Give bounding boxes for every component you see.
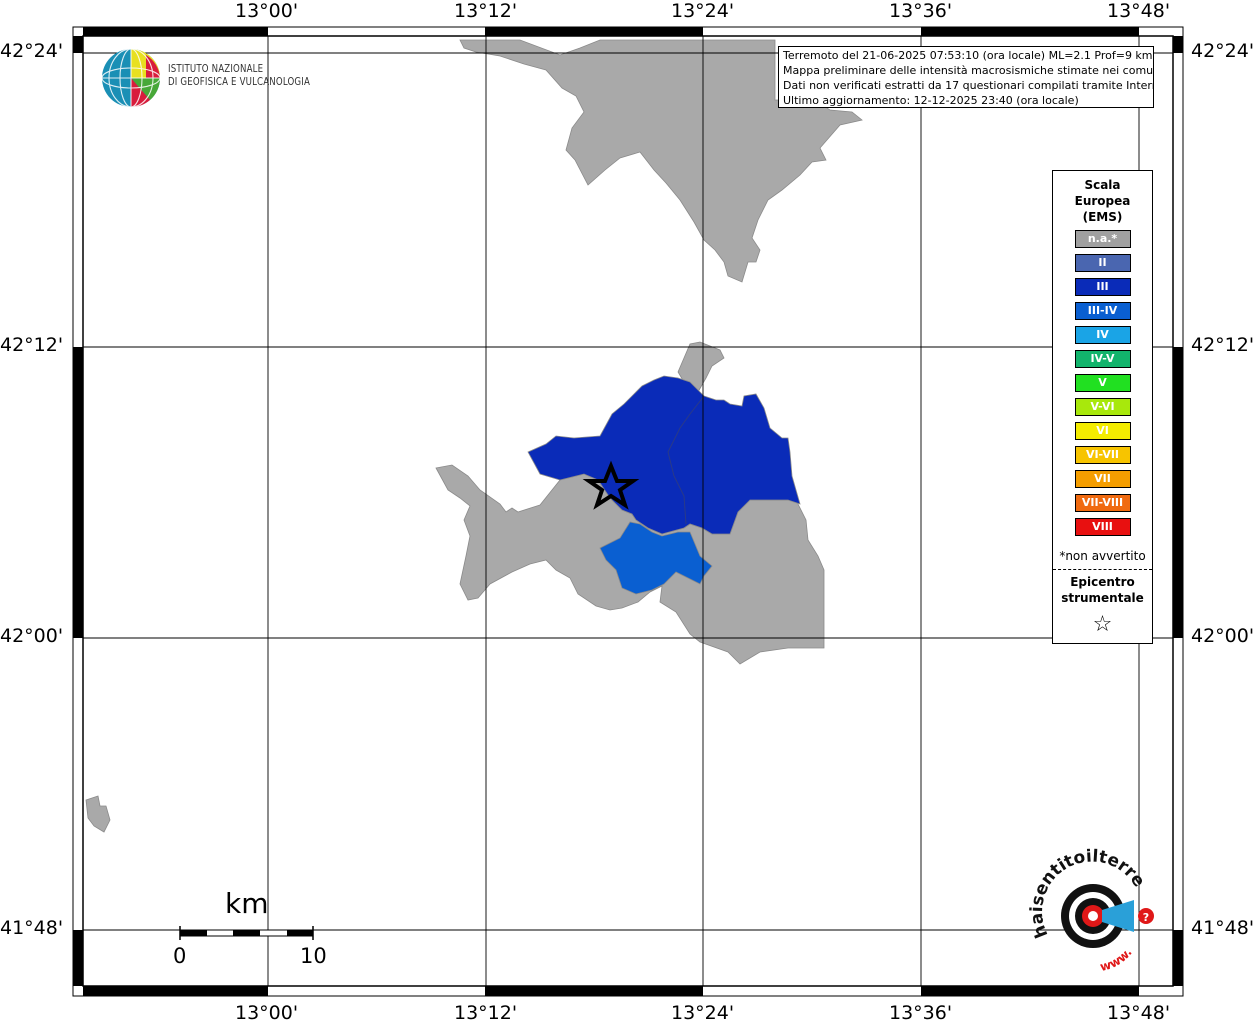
lon-label-bottom-4: 13°48': [1107, 1002, 1171, 1024]
info-line-data-source: Dati non verificati estratti da 17 quest…: [783, 79, 1154, 92]
lat-label-left-0: 42°24': [0, 40, 64, 62]
ingv-logo-line2: DI GEOFISICA E VULCANOLOGIA: [168, 76, 311, 88]
earthquake-info-box: Terremoto del 21-06-2025 07:53:10 (ora l…: [778, 46, 1154, 108]
lat-label-left-2: 42°00': [0, 625, 64, 647]
legend-swatch-2: III: [1074, 278, 1131, 296]
legend-swatch-11: VII-VIII: [1074, 494, 1131, 512]
lat-label-left-1: 42°12': [0, 334, 64, 356]
legend-swatch-12: VIII: [1074, 518, 1131, 536]
legend-swatch-3: III-IV: [1074, 302, 1131, 320]
legend-swatch-6: V: [1074, 374, 1131, 392]
legend-title-line1: Scala: [1084, 178, 1121, 192]
legend-swatch-10: VII: [1074, 470, 1131, 488]
ingv-logo-line1: ISTITUTO NAZIONALE: [168, 63, 264, 75]
lon-label-bottom-3: 13°36': [889, 1002, 953, 1024]
legend-swatch-7: V-VI: [1074, 398, 1131, 416]
legend-swatch-9: VI-VII: [1074, 446, 1131, 464]
legend-separator: [1053, 569, 1152, 570]
legend-note-not-felt: *non avvertito: [1059, 549, 1146, 563]
lon-label-bottom-2: 13°24': [671, 1002, 735, 1024]
ingv-logo-text: ISTITUTO NAZIONALE DI GEOFISICA E VULCAN…: [168, 63, 310, 89]
lat-label-right-0: 42°24': [1191, 40, 1255, 62]
lat-label-right-2: 42°00': [1191, 625, 1255, 647]
legend-title-line3: (EMS): [1082, 210, 1123, 224]
legend-star-icon: ☆: [1092, 612, 1113, 637]
scale-min-label: 0: [173, 944, 187, 968]
legend-swatch-4: IV: [1074, 326, 1131, 344]
lon-label-top-2: 13°24': [671, 0, 735, 22]
intensity-legend: Scala Europea (EMS) n.a.* II III III-IV IV IV…: [1052, 170, 1153, 644]
svg-text:?: ?: [1143, 911, 1149, 924]
legend-items: n.a.* II III III-IV IV IV-V V V-VI VI VI-VII VII VI…: [1053, 230, 1152, 536]
legend-epicenter-line2: strumentale: [1061, 591, 1144, 605]
legend-swatch-8: VI: [1074, 422, 1131, 440]
lon-label-top-4: 13°48': [1107, 0, 1171, 22]
scale-max-label: 10: [300, 944, 327, 968]
lon-label-top-3: 13°36': [889, 0, 953, 22]
legend-swatch-0: n.a.*: [1074, 230, 1131, 248]
legend-epicenter-line1: Epicentro: [1070, 575, 1135, 589]
legend-swatch-5: IV-V: [1074, 350, 1131, 368]
lat-label-right-1: 42°12': [1191, 334, 1255, 356]
lat-label-right-3: 41°48': [1191, 917, 1255, 939]
legend-epicenter-title: Epicentro strumentale: [1053, 574, 1152, 606]
info-line-event: Terremoto del 21-06-2025 07:53:10 (ora l…: [783, 49, 1153, 62]
lon-label-bottom-0: 13°00': [235, 1002, 299, 1024]
ingv-logo-globe: [101, 48, 161, 108]
legend-swatch-1: II: [1074, 254, 1131, 272]
lon-label-top-0: 13°00': [235, 0, 299, 22]
lon-label-bottom-1: 13°12': [454, 1002, 518, 1024]
legend-title-line2: Europea: [1074, 194, 1131, 208]
lat-label-left-3: 41°48': [0, 917, 64, 939]
lon-label-top-1: 13°12': [454, 0, 518, 22]
info-line-last-update: Ultimo aggiornamento: 12-12-2025 23:40 (…: [783, 94, 1079, 107]
scale-unit-label: km: [225, 887, 269, 920]
legend-title: Scala Europea (EMS): [1053, 177, 1152, 225]
info-line-map-description: Mappa preliminare delle intensità macros…: [783, 64, 1154, 77]
